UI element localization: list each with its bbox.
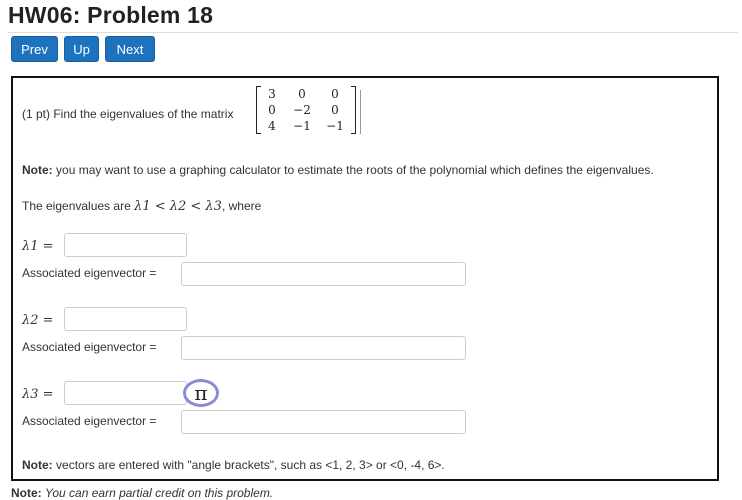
page-title: HW06: Problem 18: [8, 2, 214, 28]
pi-insert-button[interactable]: π: [183, 379, 219, 407]
matrix-cell: 0: [331, 87, 339, 101]
matrix-cell: −2: [293, 103, 311, 117]
next-button[interactable]: Next: [105, 36, 155, 62]
note-label: Note:: [22, 163, 53, 177]
vectors-note-text: vectors are entered with "angle brackets…: [56, 458, 445, 472]
lambda1-label: λ1 =: [22, 239, 54, 254]
title-divider: [8, 32, 738, 33]
lambda1-input[interactable]: [64, 233, 187, 257]
eigen-ordering: λ1 < λ2 < λ3: [134, 199, 222, 214]
eigenvector3-input[interactable]: [181, 410, 466, 434]
footer-note-text: You can earn partial credit on this prob…: [45, 486, 274, 500]
matrix-right-bracket: [351, 86, 356, 134]
matrix-cell: −1: [326, 119, 344, 133]
matrix-cell: −1: [293, 119, 311, 133]
footer-note: Note: You can earn partial credit on thi…: [11, 486, 273, 500]
up-button[interactable]: Up: [64, 36, 99, 62]
lambda3-input[interactable]: [64, 381, 187, 405]
matrix: 3 0 0 0 −2 0 4 −1 −1: [256, 86, 356, 134]
matrix-end-marker: [360, 90, 361, 134]
eigenvector1-label: Associated eigenvector =: [22, 266, 157, 280]
matrix-cell: 0: [331, 103, 339, 117]
prev-button[interactable]: Prev: [11, 36, 58, 62]
lambda3-label: λ3 =: [22, 387, 54, 402]
eigen-where-text: , where: [221, 199, 262, 213]
eigen-note: Note: you may want to use a graphing cal…: [22, 163, 654, 177]
eigenvector2-input[interactable]: [181, 336, 466, 360]
eigenvector1-input[interactable]: [181, 262, 466, 286]
eigenvector3-label: Associated eigenvector =: [22, 414, 157, 428]
footer-note-label: Note:: [11, 486, 42, 500]
matrix-cell: 0: [268, 103, 276, 117]
note-text: you may want to use a graphing calculato…: [56, 163, 654, 177]
lambda2-input[interactable]: [64, 307, 187, 331]
vectors-note: Note: vectors are entered with "angle br…: [22, 458, 445, 472]
problem-statement: (1 pt) Find the eigenvalues of the matri…: [22, 107, 234, 121]
vectors-note-label: Note:: [22, 458, 53, 472]
lambda2-label: λ2 =: [22, 313, 54, 328]
eigen-intro-text: The eigenvalues are: [22, 199, 131, 213]
eigenvector2-label: Associated eigenvector =: [22, 340, 157, 354]
matrix-cell: 4: [268, 119, 276, 133]
matrix-cell: 3: [268, 87, 276, 101]
matrix-cell: 0: [298, 87, 306, 101]
eigen-intro-line: The eigenvalues are λ1 < λ2 < λ3, where: [22, 199, 261, 214]
